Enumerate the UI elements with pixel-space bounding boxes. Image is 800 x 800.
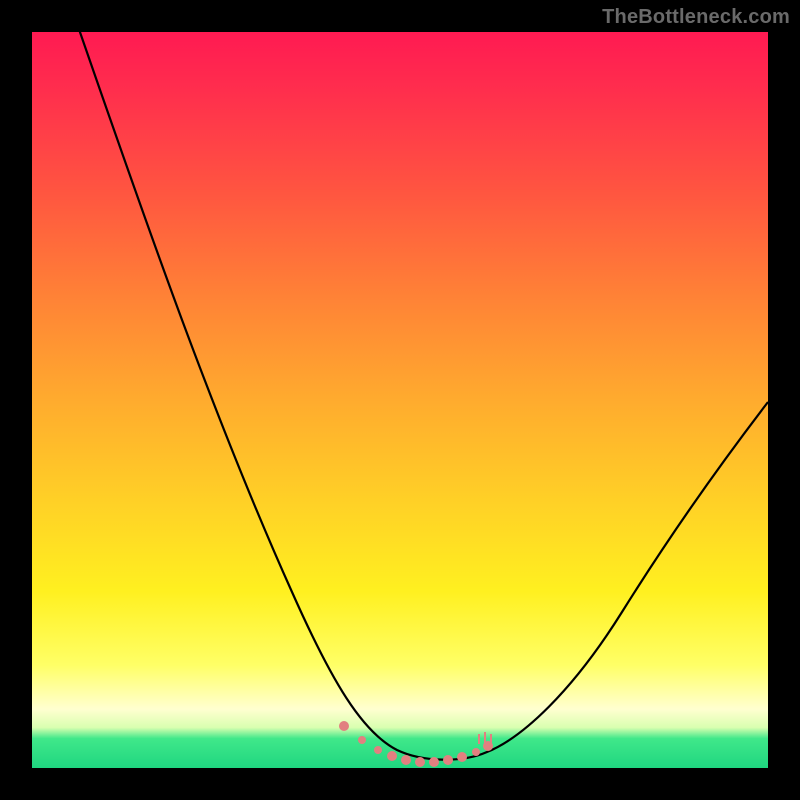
plot-area: [32, 32, 768, 768]
chart-frame: TheBottleneck.com: [0, 0, 800, 800]
bottleneck-curve: [32, 32, 768, 768]
curve-path: [66, 32, 768, 760]
flat-region-markers: [339, 721, 493, 767]
watermark-text: TheBottleneck.com: [602, 6, 790, 29]
